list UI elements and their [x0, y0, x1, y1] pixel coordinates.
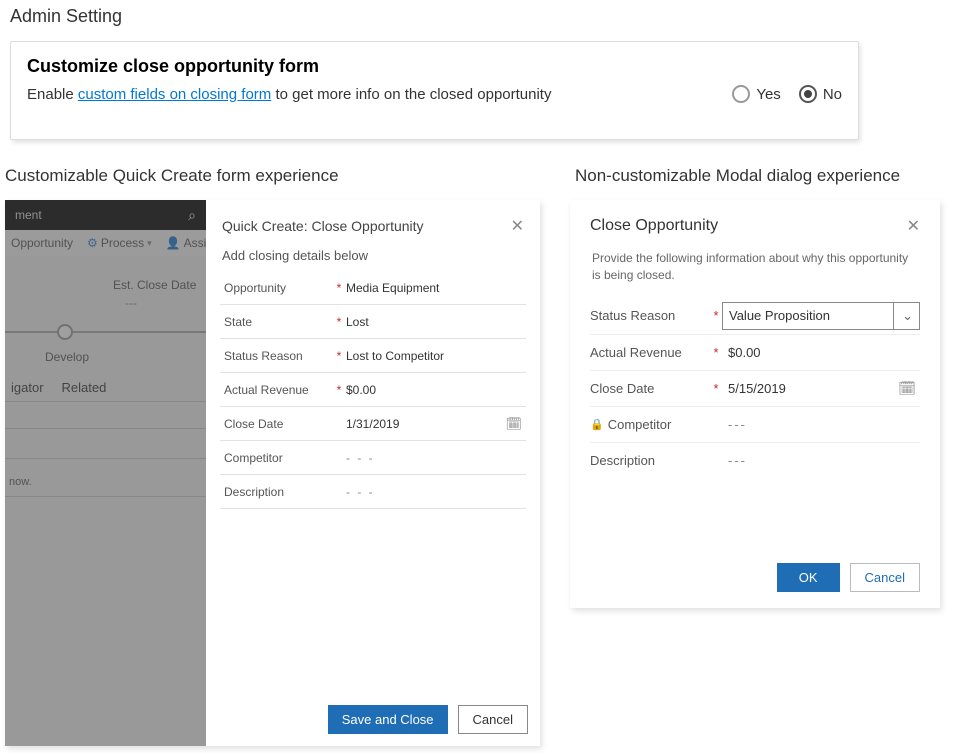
m-value-competitor: --- — [722, 417, 920, 432]
close-icon[interactable]: ✕ — [907, 216, 920, 236]
field-state[interactable]: State * Lost — [220, 305, 526, 339]
value-state: Lost — [346, 315, 526, 329]
modal-field-actual-revenue[interactable]: Actual Revenue * $0.00 — [590, 334, 920, 370]
status-reason-select[interactable]: Value Proposition ⌄ — [722, 302, 920, 330]
value-status-reason: Lost to Competitor — [346, 349, 526, 363]
right-section-title: Non-customizable Modal dialog experience — [575, 166, 900, 186]
desc-prefix: Enable — [27, 86, 78, 103]
field-actual-revenue[interactable]: Actual Revenue * $0.00 — [220, 373, 526, 407]
field-competitor[interactable]: Competitor - - - — [220, 441, 526, 475]
m-value-close-date: 5/15/2019 — [722, 381, 898, 396]
value-actual-revenue: $0.00 — [346, 383, 526, 397]
qc-title: Quick Create: Close Opportunity — [222, 218, 424, 234]
page-title: Admin Setting — [10, 6, 945, 27]
modal-field-status-reason: Status Reason * Value Proposition ⌄ — [590, 298, 920, 334]
label-close-date: Close Date — [220, 417, 332, 431]
radio-no[interactable]: No — [799, 85, 842, 103]
label-actual-revenue: Actual Revenue — [220, 383, 332, 397]
m-label-close-date: Close Date — [590, 381, 710, 396]
radio-no-label: No — [823, 86, 842, 103]
quick-create-container: ment ⌕ Opportunity ⚙ Process ▾ 👤 Assign … — [5, 200, 540, 746]
field-opportunity[interactable]: Opportunity * Media Equipment — [220, 271, 526, 305]
card-description: Enable custom fields on closing form to … — [27, 86, 551, 103]
background-dimmed: ment ⌕ Opportunity ⚙ Process ▾ 👤 Assign … — [5, 200, 206, 746]
value-close-date: 1/31/2019 — [346, 417, 505, 431]
cancel-button[interactable]: Cancel — [850, 563, 920, 592]
custom-fields-link[interactable]: custom fields on closing form — [78, 86, 271, 103]
value-description: - - - — [346, 485, 526, 499]
calendar-icon[interactable]: 🗓 — [505, 416, 522, 432]
radio-yes-label: Yes — [756, 86, 780, 103]
modal-field-description[interactable]: Description --- — [590, 442, 920, 478]
modal-field-close-date[interactable]: Close Date * 5/15/2019 🗓 — [590, 370, 920, 406]
close-icon[interactable]: ✕ — [511, 216, 524, 236]
label-description: Description — [220, 485, 332, 499]
lock-icon: 🔒 — [590, 418, 604, 431]
radio-yes[interactable]: Yes — [732, 85, 780, 103]
modal-title: Close Opportunity — [590, 217, 718, 235]
ok-button[interactable]: OK — [777, 563, 840, 592]
value-competitor: - - - — [346, 451, 526, 465]
modal-description: Provide the following information about … — [590, 250, 920, 284]
field-description[interactable]: Description - - - — [220, 475, 526, 509]
calendar-icon[interactable]: 🗓 — [898, 380, 916, 397]
chevron-down-icon: ⌄ — [893, 302, 913, 330]
label-opportunity: Opportunity — [220, 281, 332, 295]
m-value-description: --- — [722, 453, 920, 468]
desc-suffix: to get more info on the closed opportuni… — [271, 86, 551, 103]
m-label-actual-revenue: Actual Revenue — [590, 345, 710, 360]
label-competitor: Competitor — [220, 451, 332, 465]
m-label-description: Description — [590, 453, 710, 468]
m-label-competitor: Competitor — [608, 417, 672, 432]
radio-circle-icon — [732, 85, 750, 103]
cancel-button[interactable]: Cancel — [458, 705, 528, 734]
modal-field-competitor[interactable]: 🔒 Competitor --- — [590, 406, 920, 442]
radio-circle-selected-icon — [799, 85, 817, 103]
modal-dialog: Close Opportunity ✕ Provide the followin… — [570, 200, 940, 608]
save-and-close-button[interactable]: Save and Close — [328, 705, 448, 734]
m-label-status-reason: Status Reason — [590, 308, 710, 323]
qc-subtitle: Add closing details below — [220, 248, 526, 263]
m-value-actual-revenue: $0.00 — [722, 345, 920, 360]
admin-card: Customize close opportunity form Enable … — [10, 41, 859, 140]
m-value-status-reason: Value Proposition — [729, 308, 830, 323]
field-close-date[interactable]: Close Date 1/31/2019 🗓 — [220, 407, 526, 441]
label-state: State — [220, 315, 332, 329]
label-status-reason: Status Reason — [220, 349, 332, 363]
value-opportunity: Media Equipment — [346, 281, 526, 295]
card-heading: Customize close opportunity form — [27, 56, 842, 77]
quick-create-panel: Quick Create: Close Opportunity ✕ Add cl… — [206, 200, 540, 746]
field-status-reason[interactable]: Status Reason * Lost to Competitor — [220, 339, 526, 373]
